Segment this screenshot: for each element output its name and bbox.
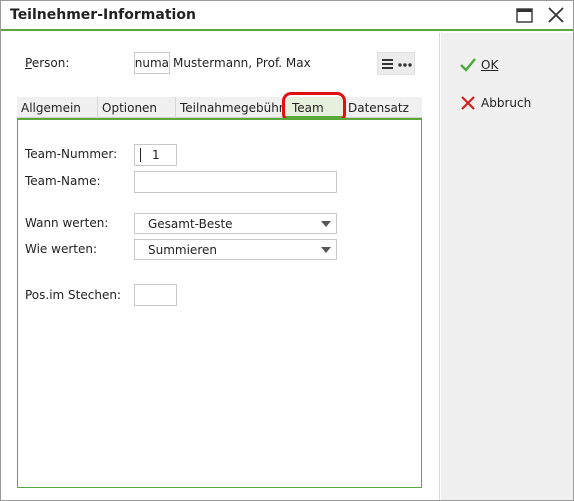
hamburger-icon	[382, 59, 393, 69]
team-nummer-label: Team-Nummer:	[25, 147, 118, 161]
cancel-button[interactable]: Abbruch	[459, 94, 534, 114]
person-code: numa	[134, 56, 169, 70]
cross-icon	[461, 96, 475, 110]
wie-werten-select[interactable]: Summieren	[134, 239, 337, 260]
person-label: Person:	[25, 56, 70, 70]
wie-werten-value: Summieren	[148, 243, 217, 257]
tab-allgemein[interactable]: Allgemein	[17, 97, 98, 118]
window-title: Teilnehmer-Information	[10, 7, 196, 23]
ok-button[interactable]: OK	[459, 56, 509, 76]
chevron-down-icon	[321, 221, 331, 227]
person-name: Mustermann, Prof. Max	[173, 56, 311, 70]
team-nummer-value: 1	[152, 148, 160, 162]
more-icon	[398, 63, 412, 67]
maximize-icon	[516, 8, 533, 23]
close-button[interactable]	[545, 6, 567, 26]
wann-werten-label: Wann werten:	[25, 216, 109, 230]
person-menu-button[interactable]	[377, 52, 415, 75]
pos-stechen-field[interactable]	[134, 284, 177, 306]
wie-werten-label: Wie werten:	[25, 242, 97, 256]
team-name-label: Team-Name:	[25, 174, 101, 188]
person-code-field[interactable]: numa	[134, 52, 170, 74]
close-icon	[548, 7, 564, 23]
team-nummer-field[interactable]: 1	[134, 144, 177, 166]
wann-werten-value: Gesamt-Beste	[148, 217, 233, 231]
pos-stechen-label: Pos.im Stechen:	[25, 288, 121, 302]
tab-bar: Allgemein Optionen Teilnahmegebühr Team …	[17, 97, 422, 118]
ok-label: OK	[481, 58, 499, 72]
text-cursor	[140, 148, 141, 162]
chevron-down-icon	[321, 247, 331, 253]
tab-datensatz[interactable]: Datensatz	[344, 97, 422, 118]
dialog-window: Teilnehmer-Information Person: numa Must…	[0, 0, 574, 501]
maximize-button[interactable]	[514, 6, 536, 26]
tab-optionen[interactable]: Optionen	[98, 97, 176, 118]
wann-werten-select[interactable]: Gesamt-Beste	[134, 213, 337, 234]
check-icon	[460, 58, 476, 72]
cancel-label: Abbruch	[481, 96, 532, 110]
tab-teilnahmegebuehr[interactable]: Teilnahmegebühr	[176, 97, 285, 118]
team-name-field[interactable]	[134, 171, 337, 193]
title-bar: Teilnehmer-Information	[1, 1, 573, 31]
